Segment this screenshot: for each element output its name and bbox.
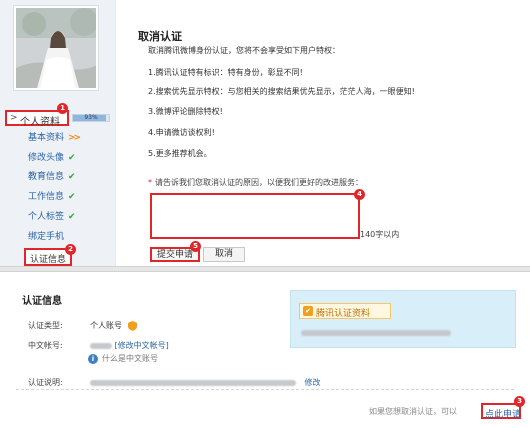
info-icon: i <box>88 353 98 364</box>
tencent-cert-box: ✔ 腾讯认证资料 <box>290 290 516 348</box>
privilege-item: 1.腾讯认证特有标识：特有身份，彰显不同! <box>148 68 303 77</box>
tencent-cert-badge: ✔ 腾讯认证资料 <box>299 303 391 319</box>
double-chevron-icon: >> <box>68 133 81 143</box>
page-title: 取消认证 <box>138 30 182 43</box>
annotation-badge-5: 5 <box>190 241 201 252</box>
annotation-badge-3: 3 <box>514 396 525 407</box>
reason-textarea[interactable] <box>150 193 360 239</box>
cancel-cert-form: 取消认证 取消腾讯微博身份认证，您将不会享受如下用户特权： 1.腾讯认证特有标识… <box>138 0 518 266</box>
cn-account-value: [修改中文帐号] <box>90 340 169 351</box>
sidebar-item-label: 教育信息 <box>28 172 65 182</box>
sidebar-item-label: 修改头像 <box>28 153 65 163</box>
check-icon: ✔ <box>68 192 76 202</box>
progress-percent-text: 93% <box>84 114 98 121</box>
avatar[interactable] <box>14 6 98 90</box>
tencent-cert-redacted <box>301 328 451 338</box>
cancel-certification-panel: > 个人资料 1 93% 基本资料 >> 修改头像 ✔ 教育信息 ✔ 工作信息 ✔ 个人标签 ✔ 绑… <box>0 0 530 266</box>
cert-info-panel: 认证信息 认证类型: 个人账号 中文帐号: [修改中文帐号] i 什么是中文账号 … <box>0 272 530 428</box>
cert-tab-label: 认证信息 <box>30 255 67 265</box>
profile-completion-bar: 93% <box>72 114 110 122</box>
shield-icon <box>127 320 137 331</box>
cn-account-help[interactable]: i 什么是中文账号 <box>88 353 158 364</box>
cert-desc-redacted <box>90 379 296 386</box>
privilege-item: 4.申请微访谈权利! <box>148 128 215 137</box>
chevron-right-icon: > <box>10 113 18 123</box>
cert-type-label: 认证类型: <box>28 321 63 330</box>
required-star: * <box>148 178 152 187</box>
sidebar-item-6[interactable]: 绑定手机 <box>28 229 64 243</box>
edit-cn-account-link[interactable]: [修改中文帐号] <box>115 341 169 350</box>
footer-divider <box>16 389 514 390</box>
tencent-cert-label: 腾讯认证资料 <box>316 309 371 319</box>
avatar-photo <box>16 8 96 88</box>
apply-cancel-link-text: 点此申请 <box>485 410 522 420</box>
tencent-cert-redacted-line <box>301 329 451 336</box>
privilege-item: 3.微博评论删除特权! <box>148 107 223 116</box>
sidebar-item-4[interactable]: 工作信息 ✔ <box>28 189 76 203</box>
cert-type-value: 个人账号 <box>90 320 137 331</box>
check-icon: ✔ <box>68 172 76 182</box>
char-limit-hint: 140字以内 <box>360 230 400 239</box>
cert-info-title: 认证信息 <box>22 296 62 307</box>
sidebar-item-5[interactable]: 个人标签 ✔ <box>28 209 76 223</box>
reason-label: * 请告诉我们您取消认证的原因，以便我们更好的改进服务： <box>148 177 363 188</box>
check-icon: ✔ <box>68 153 76 163</box>
sidebar-item-label: 个人标签 <box>28 212 65 222</box>
privilege-item: 5.更多推荐机会。 <box>148 149 212 158</box>
cn-account-redacted <box>90 342 112 349</box>
sidebar-item-2[interactable]: 修改头像 ✔ <box>28 150 76 164</box>
tencent-cert-icon: ✔ <box>303 306 313 316</box>
annotation-badge-4: 4 <box>354 189 365 200</box>
cn-account-label: 中文帐号: <box>28 341 63 350</box>
sidebar-item-label: 绑定手机 <box>28 232 65 242</box>
annotation-badge-1: 1 <box>57 103 68 114</box>
privilege-item: 2.搜索优先显示特权：与您相关的搜索结果优先显示，茫茫人海，一眼便知! <box>148 87 415 96</box>
sidebar-item-label: 个人资料 <box>20 117 60 128</box>
reason-label-text: 请告诉我们您取消认证的原因，以便我们更好的改进服务： <box>155 178 363 187</box>
sidebar-item-label: 工作信息 <box>28 192 65 202</box>
profile-sidebar: > 个人资料 1 93% 基本资料 >> 修改头像 ✔ 教育信息 ✔ 工作信息 ✔ 个人标签 ✔ 绑… <box>0 0 116 266</box>
footer-hint: 如果您想取消认证，可以 <box>369 407 457 416</box>
cert-type-text: 个人账号 <box>90 321 122 330</box>
cancel-button[interactable]: 取消 <box>203 247 245 262</box>
sidebar-item-3[interactable]: 教育信息 ✔ <box>28 169 76 183</box>
edit-desc-link[interactable]: 修改 <box>305 378 321 387</box>
intro-text: 取消腾讯微博身份认证，您将不会享受如下用户特权： <box>148 46 340 55</box>
check-icon: ✔ <box>68 212 76 222</box>
cert-desc-value: 修改 <box>90 377 321 388</box>
cn-account-help-text: 什么是中文账号 <box>102 354 158 363</box>
annotation-badge-2: 2 <box>65 244 76 255</box>
cert-desc-label: 认证说明: <box>28 378 63 387</box>
sidebar-item-label: 基本资料 <box>28 133 65 143</box>
sidebar-item-1[interactable]: 基本资料 >> <box>28 130 81 144</box>
